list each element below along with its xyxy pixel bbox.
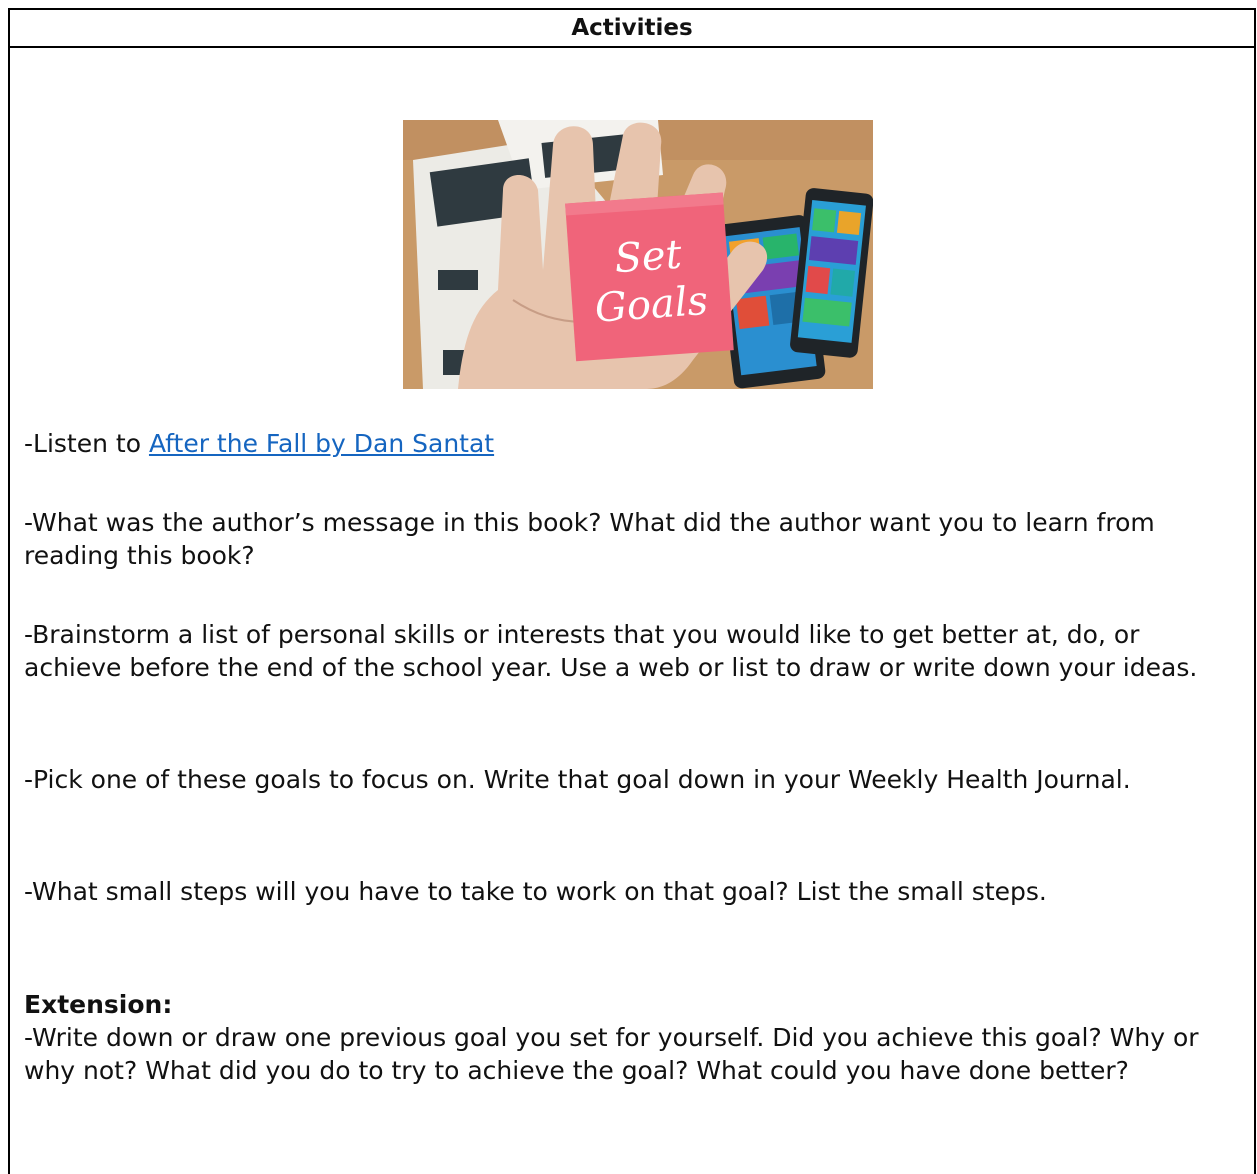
question-pick-goal: -Pick one of these goals to focus on. Wr… [24,765,1131,794]
question-brainstorm: -Brainstorm a list of personal skills or… [24,620,1198,682]
listen-prefix: -Listen to [24,429,149,458]
after-the-fall-link[interactable]: After the Fall by Dan Santat [149,429,494,458]
question-small-steps: -What small steps will you have to take … [24,877,1047,906]
note-text-set: Set [613,232,684,283]
activities-table: Activities Set Goals -Listen to After th… [8,8,1256,1174]
set-goals-image: Set Goals [403,120,873,389]
question-author-message: -What was the author’s message in this b… [24,508,1155,570]
extension-text: -Write down or draw one previous goal yo… [24,1023,1199,1085]
header-title: Activities [571,15,693,41]
extension-heading: Extension: [24,990,173,1019]
note-text-goals: Goals [593,278,709,332]
table-header: Activities [10,10,1254,48]
listen-paragraph: -Listen to After the Fall by Dan Santat [24,427,1244,460]
